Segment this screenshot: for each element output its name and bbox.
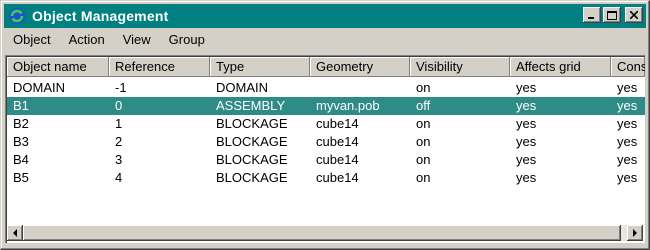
cell-reference: 3 [115,152,123,167]
app-icon [9,8,25,24]
cell-affects-grid: yes [516,98,537,113]
column-header-reference[interactable]: Reference [109,57,210,77]
cell-object-name: B3 [13,134,29,149]
cell-geometry: cube14 [316,134,359,149]
cell-reference: 4 [115,170,123,185]
cell-type: BLOCKAGE [216,116,288,131]
maximize-button[interactable] [603,7,621,23]
arrow-left-icon [13,229,17,237]
cell-cons: yes [617,116,638,131]
list-header: Object name Reference Type Geometry Visi… [7,57,645,77]
column-header-affects-grid[interactable]: Affects grid [510,57,611,77]
table-row-selected[interactable]: B1 0 ASSEMBLY myvan.pob off yes yes [7,97,645,115]
table-row[interactable]: DOMAIN -1 DOMAIN on yes yes [7,79,645,97]
cell-reference: 2 [115,134,123,149]
cell-geometry: myvan.pob [316,98,380,113]
cell-cons: yes [617,98,638,113]
menu-group[interactable]: Group [160,30,214,50]
scroll-right-button[interactable] [627,225,643,241]
column-header-geometry[interactable]: Geometry [310,57,410,77]
column-header-type[interactable]: Type [210,57,310,77]
cell-object-name: B1 [13,98,29,113]
cell-cons: yes [617,134,638,149]
close-icon [630,11,638,19]
cell-reference: 0 [115,98,123,113]
minimize-button[interactable] [583,7,601,23]
menu-action[interactable]: Action [60,30,114,50]
close-button[interactable] [625,7,643,23]
object-list[interactable]: Object name Reference Type Geometry Visi… [5,55,645,243]
menu-view[interactable]: View [114,30,160,50]
scroll-left-button[interactable] [7,225,23,241]
cell-reference: -1 [115,80,127,95]
horizontal-scrollbar[interactable] [7,225,643,241]
cell-type: BLOCKAGE [216,152,288,167]
cell-type: DOMAIN [216,80,268,95]
cell-type: BLOCKAGE [216,170,288,185]
cell-object-name: B4 [13,152,29,167]
column-header-cons[interactable]: Cons [611,57,645,77]
cell-visibility: on [416,170,431,185]
cell-affects-grid: yes [516,170,537,185]
object-management-window: Object Management Object Action View Gro… [0,0,650,250]
cell-cons: yes [617,152,638,167]
minimize-icon [588,17,594,19]
table-row[interactable]: B5 4 BLOCKAGE cube14 on yes yes [7,169,645,187]
table-row[interactable]: B4 3 BLOCKAGE cube14 on yes yes [7,151,645,169]
maximize-icon [607,10,617,20]
cell-cons: yes [617,170,638,185]
cell-affects-grid: yes [516,134,537,149]
column-header-visibility[interactable]: Visibility [410,57,510,77]
cell-type: BLOCKAGE [216,134,288,149]
cell-object-name: B2 [13,116,29,131]
table-row[interactable]: B2 1 BLOCKAGE cube14 on yes yes [7,115,645,133]
cell-visibility: on [416,80,431,95]
list-rows: DOMAIN -1 DOMAIN on yes yes B1 0 ASSEMBL… [7,79,645,187]
cell-visibility: off [416,98,431,113]
cell-geometry: cube14 [316,116,359,131]
arrow-right-icon [633,229,637,237]
title-bar[interactable]: Object Management [4,4,646,28]
cell-geometry: cube14 [316,170,359,185]
cell-geometry: cube14 [316,152,359,167]
column-header-object-name[interactable]: Object name [7,57,109,77]
cell-affects-grid: yes [516,152,537,167]
cell-type: ASSEMBLY [216,98,286,113]
cell-geometry [310,79,410,97]
cell-affects-grid: yes [516,116,537,131]
cell-affects-grid: yes [516,80,537,95]
cell-visibility: on [416,116,431,131]
table-row[interactable]: B3 2 BLOCKAGE cube14 on yes yes [7,133,645,151]
cell-visibility: on [416,134,431,149]
cell-cons: yes [617,80,638,95]
cell-object-name: B5 [13,170,29,185]
scrollbar-thumb[interactable] [23,225,621,241]
menu-bar: Object Action View Group [4,30,214,50]
cell-visibility: on [416,152,431,167]
window-title: Object Management [32,8,169,24]
menu-object[interactable]: Object [4,30,60,50]
cell-reference: 1 [115,116,123,131]
cell-object-name: DOMAIN [13,80,65,95]
